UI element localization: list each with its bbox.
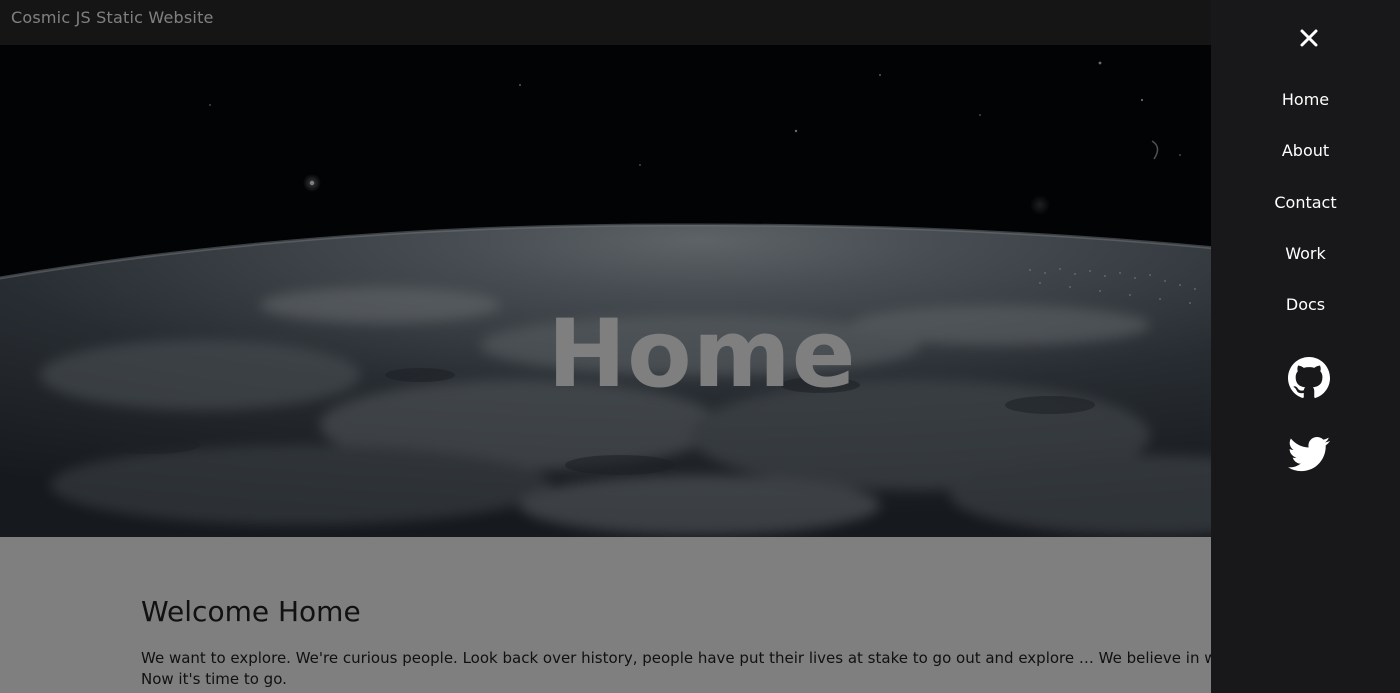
side-nav: Home About Contact Work Docs: [1211, 86, 1400, 342]
dim-overlay[interactable]: [0, 0, 1211, 693]
github-link[interactable]: [1288, 357, 1330, 399]
nav-item-contact[interactable]: Contact: [1211, 189, 1400, 240]
twitter-icon: [1288, 436, 1330, 472]
close-menu-button[interactable]: [1289, 22, 1329, 54]
github-icon: [1288, 357, 1330, 398]
nav-item-work[interactable]: Work: [1211, 240, 1400, 291]
nav-item-docs[interactable]: Docs: [1211, 291, 1400, 342]
twitter-link[interactable]: [1288, 433, 1330, 475]
nav-item-about[interactable]: About: [1211, 137, 1400, 188]
nav-item-home[interactable]: Home: [1211, 86, 1400, 137]
close-icon: [1300, 29, 1318, 47]
